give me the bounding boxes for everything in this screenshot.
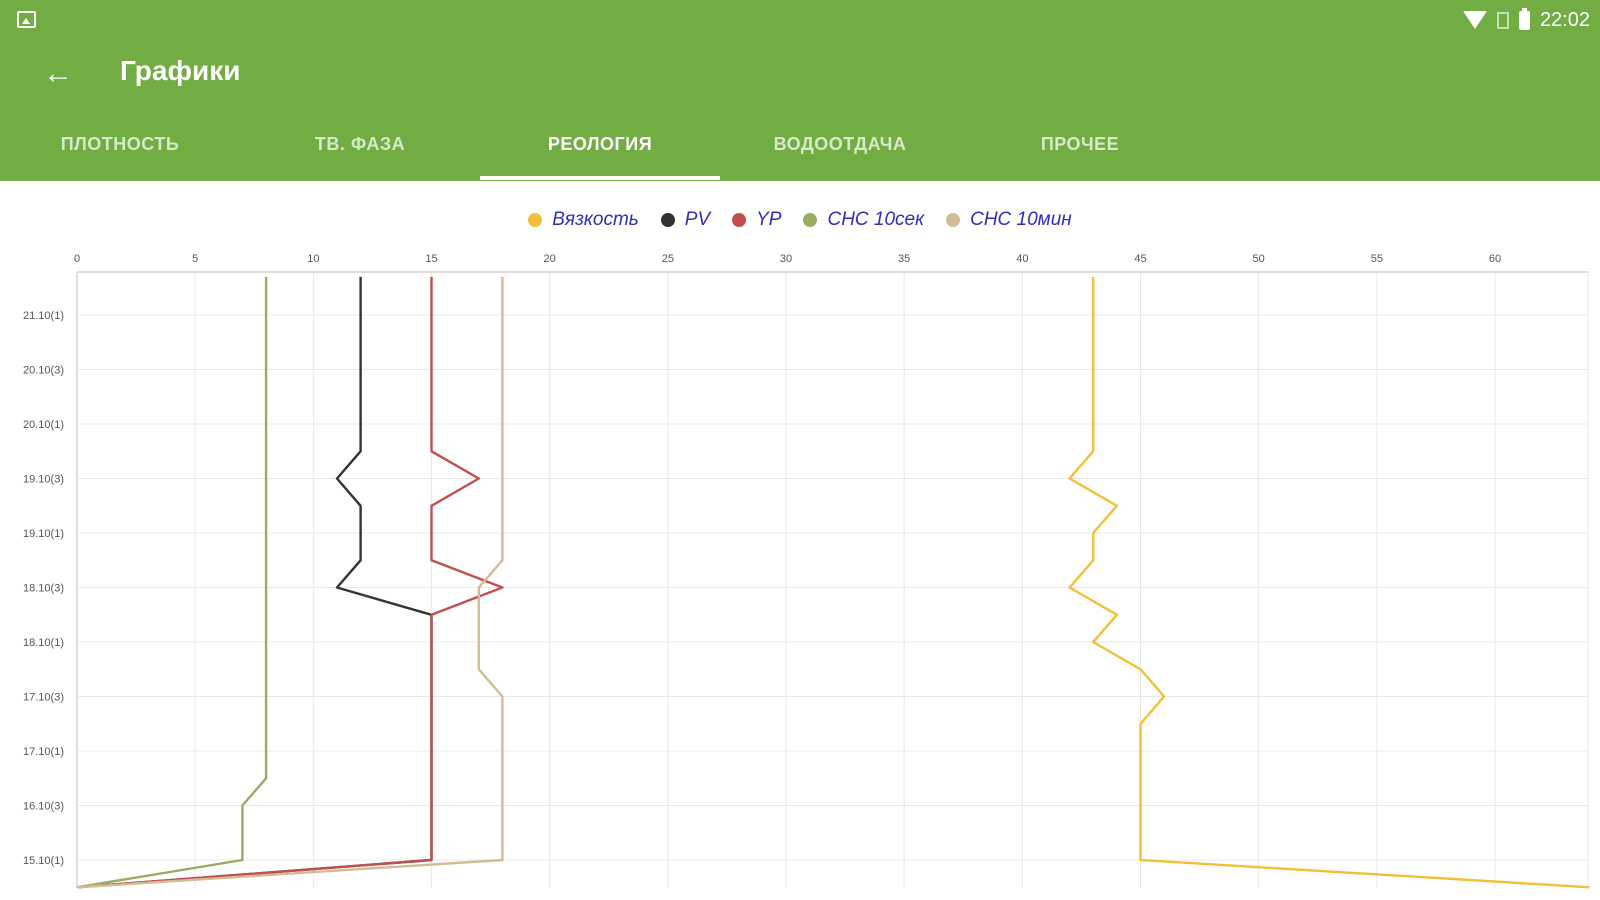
x-tick-label: 5 <box>192 253 198 265</box>
x-tick-label: 30 <box>780 253 792 265</box>
series-line <box>1068 276 1590 889</box>
y-tick-label: 17.10(3) <box>23 692 64 704</box>
x-tick-label: 0 <box>74 253 80 265</box>
x-tick-label: 60 <box>1489 253 1501 265</box>
y-tick-label: 16.10(3) <box>23 801 64 813</box>
y-tick-label: 19.10(3) <box>23 474 64 486</box>
x-tick-label: 10 <box>307 253 319 265</box>
y-tick-label: 21.10(1) <box>23 310 64 322</box>
x-tick-label: 35 <box>898 253 910 265</box>
y-tick-label: 20.10(3) <box>23 365 64 377</box>
y-tick-label: 19.10(1) <box>23 528 64 540</box>
series-line <box>76 276 433 889</box>
x-tick-label: 20 <box>544 253 556 265</box>
y-tick-label: 18.10(3) <box>23 583 64 595</box>
x-tick-label: 50 <box>1253 253 1265 265</box>
x-tick-label: 45 <box>1134 253 1146 265</box>
y-tick-label: 15.10(1) <box>23 855 64 867</box>
series-line <box>76 276 504 889</box>
y-tick-label: 17.10(1) <box>23 746 64 758</box>
x-tick-label: 15 <box>425 253 437 265</box>
x-tick-label: 25 <box>662 253 674 265</box>
y-tick-label: 20.10(1) <box>23 419 64 431</box>
rheology-chart: 0 5 10 15 20 25 30 35 40 45 50 55 60 21.10(1) 20.10(3)… <box>23 253 1590 889</box>
series-line <box>76 276 504 889</box>
x-tick-label: 55 <box>1371 253 1383 265</box>
series-line <box>76 276 268 889</box>
y-tick-label: 18.10(1) <box>23 637 64 649</box>
x-tick-label: 40 <box>1016 253 1028 265</box>
